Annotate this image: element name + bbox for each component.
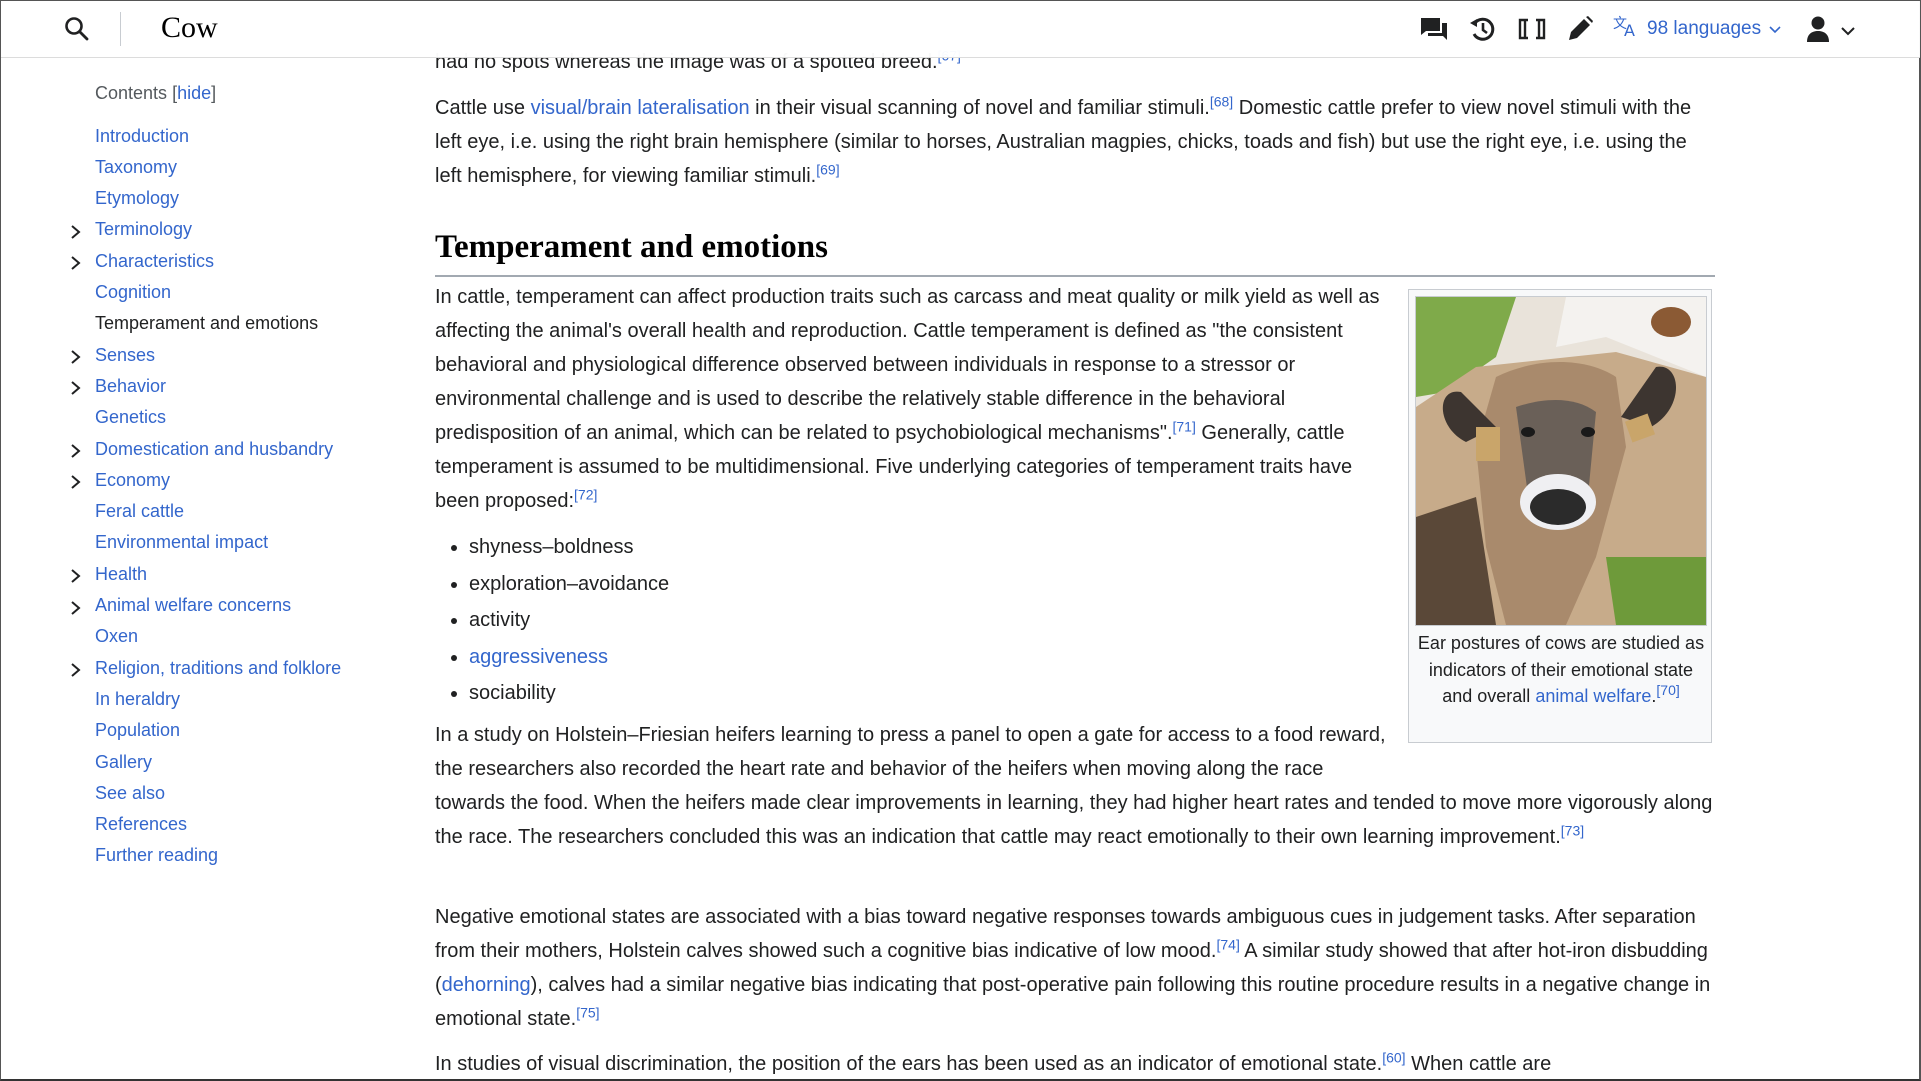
wikidata-brackets-icon[interactable]	[1518, 15, 1546, 43]
citation[interactable]: [69]	[816, 161, 839, 177]
chevron-right-icon[interactable]	[70, 254, 82, 270]
paragraph-lateralisation: Cattle use visual/brain lateralisation i…	[435, 93, 1692, 187]
toc-item-label: Health	[95, 563, 148, 584]
toc-item-label: Environmental impact	[95, 532, 269, 553]
page-title[interactable]: Cow	[161, 11, 218, 45]
citation[interactable]: [70]	[1656, 682, 1679, 698]
list-item: sociability	[469, 675, 669, 712]
chevron-right-icon[interactable]	[70, 599, 82, 615]
svg-text:A: A	[1624, 21, 1635, 38]
figure-caption: Ear postures of cows are studied as indi…	[1417, 633, 1705, 706]
citation[interactable]: [72]	[574, 486, 597, 502]
user-icon	[1805, 15, 1831, 48]
page-header: Cow 文A 98 languages	[1, 1, 1920, 58]
languages-label: 98 languages	[1647, 18, 1762, 39]
toc-title: Contents	[95, 83, 168, 103]
toc-item-label: Feral cattle	[95, 501, 185, 522]
toc-item-label: Further reading	[95, 845, 219, 866]
toc-item-label: Gallery	[95, 751, 153, 772]
header-divider	[120, 12, 121, 46]
search-icon[interactable]	[63, 15, 91, 43]
talk-icon[interactable]	[1419, 15, 1447, 43]
cow-photo[interactable]	[1415, 296, 1707, 626]
toc-item-label: In heraldry	[95, 688, 181, 709]
citation[interactable]: [74]	[1216, 936, 1239, 952]
toc-item-label: Economy	[95, 469, 171, 490]
toc-item-label: References	[95, 814, 188, 835]
chevron-right-icon[interactable]	[70, 223, 82, 239]
toc-item-label: Characteristics	[95, 250, 215, 271]
chevron-right-icon[interactable]	[70, 348, 82, 364]
link-aggressiveness[interactable]: aggressiveness	[469, 646, 608, 668]
chevron-right-icon[interactable]	[70, 567, 82, 583]
toc-item-label: Religion, traditions and folklore	[95, 657, 342, 678]
temperament-traits-list: shyness–boldness exploration–avoidance a…	[435, 529, 669, 712]
citation[interactable]: [73]	[1561, 822, 1584, 838]
toc-item-label: Terminology	[95, 219, 193, 240]
edit-pencil-icon[interactable]	[1566, 15, 1594, 43]
toc-item-label: Senses	[95, 344, 156, 365]
toc-item-label: Behavior	[95, 375, 167, 396]
toc-item-label: Cognition	[95, 282, 172, 302]
list-item: aggressiveness	[469, 639, 669, 676]
section-heading: Temperament and emotions	[435, 225, 1715, 277]
list-item: exploration–avoidance	[469, 566, 669, 603]
chevron-right-icon[interactable]	[70, 379, 82, 396]
toc-item-label: See also	[95, 782, 166, 803]
citation[interactable]: [68]	[1210, 93, 1233, 109]
toc-item-label: Oxen	[95, 626, 139, 647]
thumbnail-figure: Ear postures of cows are studied as indi…	[1408, 289, 1712, 743]
chevron-down-icon	[1841, 23, 1855, 41]
toc-item-label: Animal welfare concerns	[95, 595, 292, 615]
chevron-right-icon[interactable]	[70, 473, 82, 490]
paragraph-ears: In studies of visual discrimination, the…	[435, 1049, 1552, 1075]
toc-item-label: Introduction	[95, 125, 190, 146]
toc-item-label: Population	[95, 720, 181, 741]
list-item: activity	[469, 602, 669, 639]
history-icon[interactable]	[1469, 15, 1497, 43]
chevron-right-icon[interactable]	[70, 442, 82, 458]
toc-hide-link[interactable]: hide	[177, 83, 211, 103]
citation[interactable]: [71]	[1173, 418, 1196, 434]
link-visual-brain-lateralisation[interactable]: visual/brain lateralisation	[531, 97, 750, 119]
language-selector[interactable]: 文A 98 languages	[1613, 15, 1781, 43]
link-animal-welfare[interactable]: animal welfare	[1535, 686, 1651, 706]
citation[interactable]: [60]	[1382, 1049, 1405, 1065]
toc-item-label: Domestication and husbandry	[95, 438, 334, 459]
toc-item-label: Taxonomy	[95, 156, 178, 177]
toc-item-label: Temperament and emotions	[95, 313, 319, 334]
chevron-down-icon	[1769, 18, 1781, 40]
toc-item-label: Etymology	[95, 188, 180, 209]
toc-item-label: Genetics	[95, 407, 167, 428]
link-dehorning[interactable]: dehorning	[442, 974, 531, 996]
citation[interactable]: [75]	[576, 1004, 599, 1020]
paragraph-negative-states: Negative emotional states are associated…	[435, 906, 1711, 1030]
toc-header: Contents [hide]	[95, 83, 217, 103]
chevron-right-icon[interactable]	[70, 661, 82, 677]
paragraph-temperament: In cattle, temperament can affect produc…	[435, 286, 1380, 512]
list-item: shyness–boldness	[469, 529, 669, 566]
user-menu[interactable]	[1805, 15, 1855, 48]
translate-icon: 文A	[1613, 14, 1639, 44]
